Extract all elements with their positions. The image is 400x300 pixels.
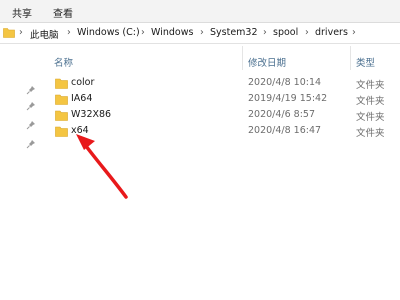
file-name: x64 [71, 125, 89, 136]
chevron-right-icon: › [141, 27, 145, 38]
ribbon: 共享 查看 [0, 0, 400, 23]
navigation-pane [0, 44, 48, 300]
list-item[interactable]: IA64 2019/4/19 15:42 文件夹 [48, 91, 400, 107]
file-name: IA64 [71, 93, 93, 104]
breadcrumb-this-pc[interactable]: 此电脑 [30, 27, 59, 41]
list-item[interactable]: W32X86 2020/4/6 8:57 文件夹 [48, 107, 400, 123]
file-name: color [71, 77, 95, 88]
folder-icon [55, 94, 68, 105]
file-list: 名称 修改日期 类型 color 2020/4/8 10:14 文件夹 IA64… [48, 44, 400, 300]
address-bar[interactable]: › 此电脑 › Windows (C:) › Windows › System3… [0, 23, 400, 44]
breadcrumb-spool[interactable]: spool [273, 27, 298, 38]
chevron-right-icon: › [352, 27, 356, 38]
folder-icon [55, 126, 68, 137]
folder-icon [55, 78, 68, 89]
column-divider[interactable] [350, 46, 351, 70]
chevron-right-icon: › [305, 27, 309, 38]
breadcrumb-windows[interactable]: Windows [151, 27, 193, 38]
pin-icon[interactable] [26, 85, 36, 95]
tab-share[interactable]: 共享 [12, 5, 32, 20]
file-date: 2020/4/6 8:57 [248, 109, 316, 120]
tab-view[interactable]: 查看 [53, 5, 73, 20]
file-type: 文件夹 [356, 80, 385, 91]
chevron-right-icon: › [200, 27, 204, 38]
file-date: 2020/4/8 10:14 [248, 77, 322, 88]
file-date: 2019/4/19 15:42 [248, 93, 328, 104]
column-header-type[interactable]: 类型 [356, 55, 375, 69]
chevron-right-icon: › [67, 27, 71, 38]
file-type: 文件夹 [356, 112, 385, 123]
pin-icon[interactable] [26, 101, 36, 111]
column-divider[interactable] [242, 46, 243, 70]
file-type: 文件夹 [356, 96, 385, 107]
breadcrumb-drivers[interactable]: drivers [315, 27, 348, 38]
folder-icon [55, 110, 68, 121]
chevron-right-icon: › [19, 27, 23, 38]
file-type: 文件夹 [356, 128, 385, 139]
list-item[interactable]: x64 2020/4/8 16:47 文件夹 [48, 123, 400, 139]
list-item[interactable]: color 2020/4/8 10:14 文件夹 [48, 75, 400, 91]
file-date: 2020/4/8 16:47 [248, 125, 322, 136]
pin-icon[interactable] [26, 139, 36, 149]
breadcrumb-drive-c[interactable]: Windows (C:) [77, 27, 140, 38]
column-header-name[interactable]: 名称 [54, 55, 73, 69]
column-header-date[interactable]: 修改日期 [248, 55, 286, 69]
folder-icon [3, 28, 15, 38]
breadcrumb-system32[interactable]: System32 [210, 27, 258, 38]
chevron-right-icon: › [263, 27, 267, 38]
file-name: W32X86 [71, 109, 112, 120]
pin-icon[interactable] [26, 120, 36, 130]
